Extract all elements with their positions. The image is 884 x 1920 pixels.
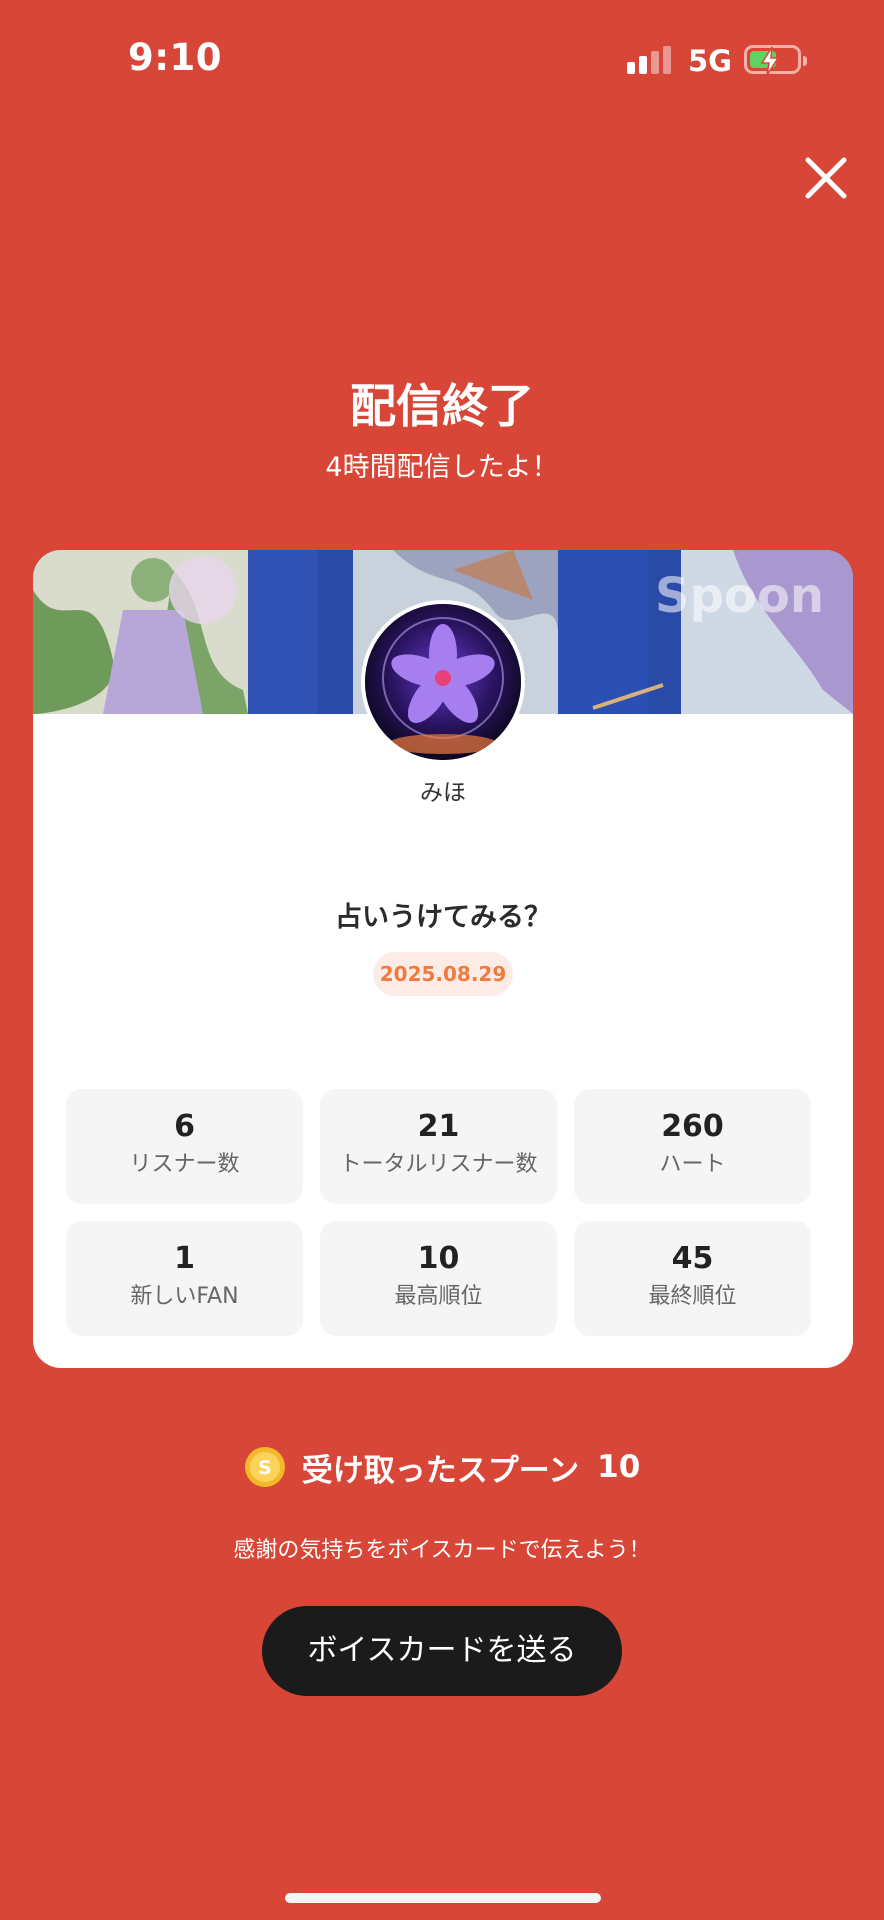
battery-charging-icon	[744, 45, 807, 76]
send-voice-card-button[interactable]: ボイスカードを送る	[262, 1606, 622, 1696]
stat-listeners: 6 リスナー数	[66, 1089, 303, 1204]
stat-label: 最終順位	[648, 1284, 737, 1309]
close-icon	[805, 157, 847, 199]
stat-label: ハート	[659, 1152, 726, 1177]
date-badge: 2025.08.29	[373, 952, 513, 996]
username: みほ	[420, 780, 466, 806]
network-type: 5G	[688, 44, 732, 78]
avatar-image	[365, 604, 521, 760]
svg-text:S: S	[258, 1457, 272, 1479]
spoons-received: S 受け取ったスプーン 10	[0, 1443, 884, 1491]
spoon-watermark: Spoon	[655, 568, 824, 624]
close-button[interactable]	[802, 154, 850, 202]
stat-value: 45	[671, 1241, 714, 1276]
stat-value: 260	[661, 1109, 724, 1144]
stats-grid: 6 リスナー数 21 トータルリスナー数 260 ハート 1 新しいFAN 10…	[66, 1089, 820, 1336]
stat-final-rank: 45 最終順位	[574, 1221, 811, 1336]
stat-value: 1	[174, 1241, 195, 1276]
status-time: 9:10	[128, 36, 223, 79]
stat-new-fans: 1 新しいFAN	[66, 1221, 303, 1336]
stat-total-listeners: 21 トータルリスナー数	[320, 1089, 557, 1204]
broadcast-title: 占いうけてみる？	[335, 902, 551, 933]
avatar[interactable]	[361, 600, 525, 764]
stream-ended-screen: 9:10 5G 配信終了 4時間配信したよ！ Spoon みほ 占いうけてみる？…	[0, 0, 884, 1920]
stat-value: 21	[417, 1109, 460, 1144]
stat-label: 新しいFAN	[130, 1284, 239, 1309]
stat-label: トータルリスナー数	[339, 1152, 538, 1177]
broadcast-summary-card: Spoon みほ 占いうけてみる？ 2025.08.29 6 リスナー数 21 …	[33, 550, 853, 1368]
stat-hearts: 260 ハート	[574, 1089, 811, 1204]
home-indicator[interactable]	[285, 1893, 601, 1903]
page-title: 配信終了	[350, 379, 534, 433]
thank-you-message: 感謝の気持ちをボイスカードで伝えよう！	[233, 1538, 651, 1563]
stat-highest-rank: 10 最高順位	[320, 1221, 557, 1336]
cellular-signal-icon	[627, 46, 675, 74]
stat-value: 10	[417, 1241, 460, 1276]
stat-value: 6	[174, 1109, 195, 1144]
stat-label: 最高順位	[394, 1284, 483, 1309]
page-subtitle: 4時間配信したよ！	[325, 452, 559, 483]
spoon-coin-icon: S	[244, 1447, 285, 1487]
spoons-count: 10	[597, 1449, 641, 1485]
spoons-label: 受け取ったスプーン	[301, 1452, 580, 1489]
stat-label: リスナー数	[129, 1152, 240, 1177]
